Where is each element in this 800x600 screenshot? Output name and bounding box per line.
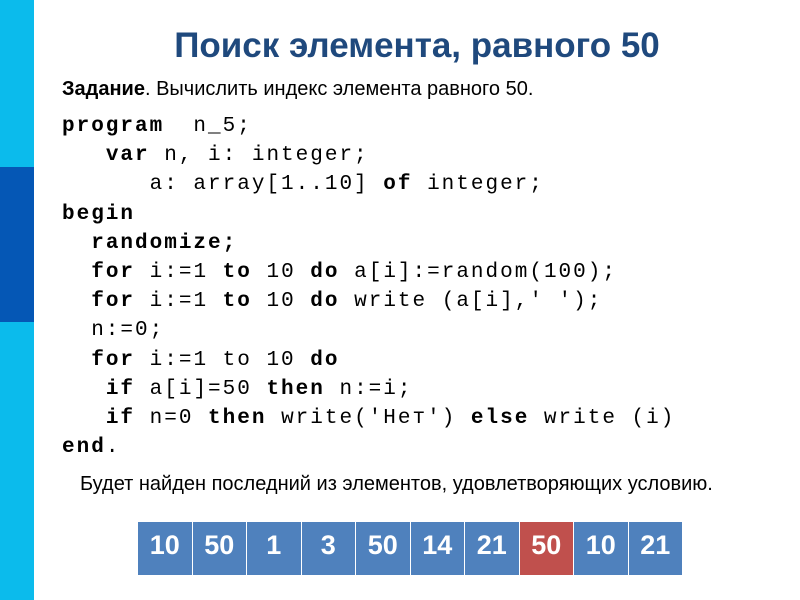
code-keyword: if [105,406,136,430]
array-cell: 1 [247,522,302,575]
array-cell: 3 [301,522,356,575]
code-keyword: of [383,173,413,197]
code-keyword: end [62,436,106,460]
code-text: integer; [412,173,544,197]
code-line: if a[i]=50 then n:=i; [62,375,675,404]
code-block: program n_5; var n, i: integer; a: array… [62,112,675,462]
code-text: i:=1 [135,260,223,284]
code-text: a: array[1..10] [62,173,384,197]
code-line: if n=0 then write('Нет') else write (i) [62,404,675,433]
code-keyword: for [91,260,136,284]
code-text: n_5; [164,115,252,138]
code-text: . [105,436,121,460]
code-text: 10 [251,260,311,284]
code-text: write('Нет') [266,406,471,430]
code-line: end. [62,433,675,462]
code-keyword: randomize; [91,231,238,255]
code-line: for i:=1 to 10 do write (a[i],' '); [62,287,675,316]
code-line: for i:=1 to 10 do a[i]:=random(100); [62,258,675,287]
code-keyword: begin [62,202,136,226]
array-cell: 50 [192,522,247,575]
code-line: n:=0; [62,316,675,345]
array-table: 10 50 1 3 50 14 21 50 10 21 [138,522,682,575]
code-keyword: then [208,406,267,430]
code-keyword: program [62,115,165,138]
code-line: program n_5; [62,112,675,141]
code-text: n:=0; [62,319,165,343]
task-statement: Задание. Вычислить индекс элемента равно… [62,76,533,102]
code-keyword: do [310,290,340,314]
array-cell: 21 [628,522,682,575]
code-text: i:=1 to 10 [135,348,311,372]
code-text: n, i: integer; [149,144,369,168]
code-text: a[i]:=random(100); [339,260,617,284]
code-text: 10 [251,290,311,314]
code-keyword: else [470,406,530,430]
sidebar-accent-block [0,167,34,322]
task-label: Задание [62,78,145,100]
slide-title: Поиск элемента, равного 50 [174,26,660,65]
code-keyword: do [310,348,340,372]
code-keyword: for [91,290,136,314]
array-cell: 14 [410,522,465,575]
code-line: randomize; [62,229,675,258]
code-keyword: to [222,260,252,284]
array-cell: 50 [356,522,411,575]
code-text: n:=i; [324,377,413,401]
code-keyword: if [105,377,136,401]
code-line: for i:=1 to 10 do [62,346,675,375]
code-text: n=0 [135,406,209,430]
code-text: i:=1 [135,290,223,314]
code-keyword: do [310,260,340,284]
array-cell: 10 [574,522,629,575]
code-text: a[i]=50 [135,377,267,401]
code-line: var n, i: integer; [62,141,675,170]
code-keyword: to [222,290,252,314]
array-cell: 10 [138,522,193,575]
code-keyword: for [91,348,136,372]
code-line: begin [62,200,675,229]
array-cell-highlighted: 50 [519,522,574,575]
code-text: write (a[i],' '); [339,290,603,314]
note-text: Будет найден последний из элементов, удо… [80,473,713,495]
code-text: write (i) [529,406,676,430]
array-cell: 21 [465,522,520,575]
code-keyword: then [266,377,325,401]
code-line: a: array[1..10] of integer; [62,170,675,199]
task-text: . Вычислить индекс элемента равного 50. [144,78,534,100]
code-keyword: var [105,144,150,168]
